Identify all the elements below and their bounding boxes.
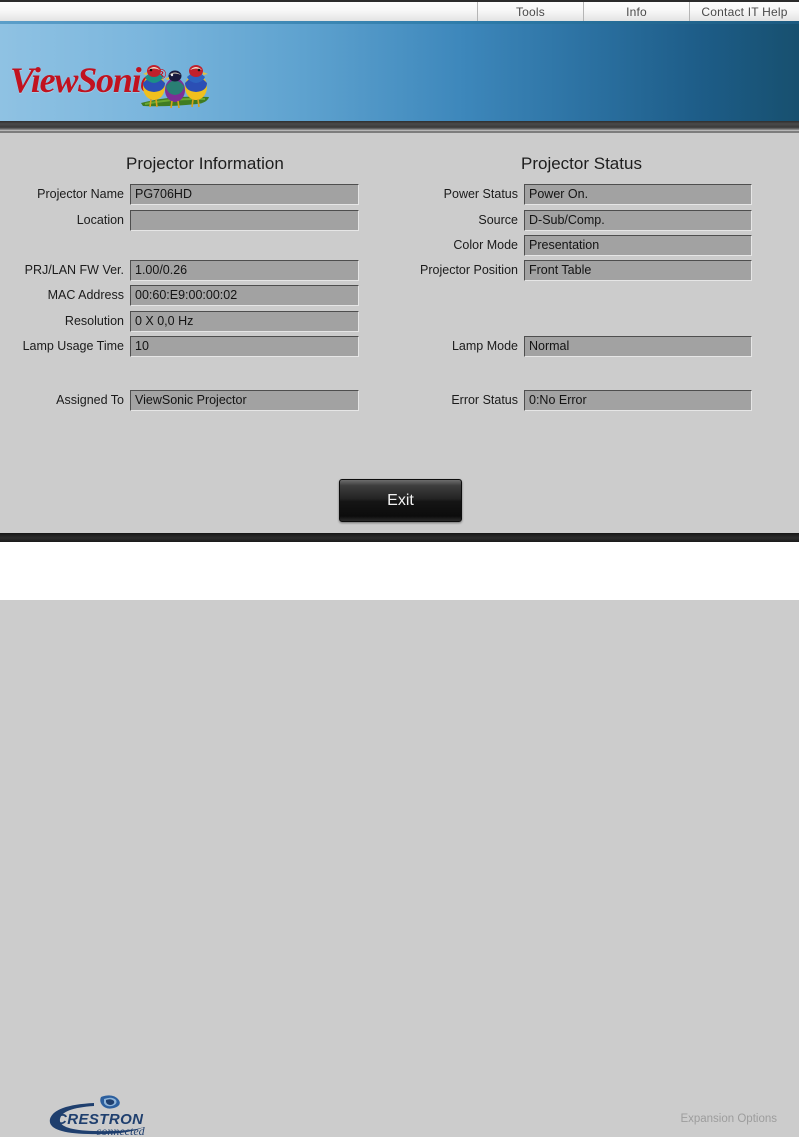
projector-web-page: Tools Info Contact IT Help ViewSonic® <box>0 0 799 1137</box>
expansion-options-label: Expansion Options <box>680 1113 777 1125</box>
value-lamp-usage-time[interactable]: 10 <box>130 335 359 357</box>
label-power-status: Power Status <box>443 187 518 201</box>
footer: CRESTRON connected Expansion Options <box>0 542 799 1137</box>
projector-information-title: Projector Information <box>126 154 284 173</box>
top-navigation-bar: Tools Info Contact IT Help <box>0 0 799 21</box>
field-row-lamp-usage-time: Lamp Usage Time 10 <box>9 335 359 357</box>
value-projector-position[interactable]: Front Table <box>524 259 752 281</box>
value-color-mode[interactable]: Presentation <box>524 234 752 256</box>
label-error-status: Error Status <box>451 393 518 407</box>
label-lamp-usage-time: Lamp Usage Time <box>22 339 124 353</box>
field-row-prj-lan-fw-version: PRJ/LAN FW Ver. 1.00/0.26 <box>9 259 359 281</box>
value-prj-lan-fw-version[interactable]: 1.00/0.26 <box>130 259 359 281</box>
nav-item-tools-label: Tools <box>515 4 545 19</box>
viewsonic-finch-birds-logo <box>141 65 209 109</box>
nav-item-info[interactable]: Info <box>583 2 689 21</box>
nav-item-tools[interactable]: Tools <box>477 2 583 21</box>
label-mac-address: MAC Address <box>47 288 124 302</box>
label-location: Location <box>76 213 124 227</box>
value-assigned-to[interactable]: ViewSonic Projector <box>130 389 359 411</box>
label-projector-position: Projector Position <box>420 263 518 277</box>
brand-banner: ViewSonic® <box>0 21 799 121</box>
crestron-connected-logo: CRESTRON connected <box>49 1095 146 1137</box>
field-row-error-status: Error Status 0:No Error <box>405 389 752 411</box>
nav-item-contact-it-help[interactable]: Contact IT Help <box>689 2 799 21</box>
field-row-projector-name: Projector Name PG706HD <box>9 183 359 205</box>
nav-item-contact-it-help-label: Contact IT Help <box>701 4 788 19</box>
label-resolution: Resolution <box>64 314 124 328</box>
svg-text:connected: connected <box>96 1124 146 1137</box>
label-assigned-to: Assigned To <box>56 393 124 407</box>
label-prj-lan-fw-version: PRJ/LAN FW Ver. <box>24 263 124 277</box>
field-row-resolution: Resolution 0 X 0,0 Hz <box>9 310 359 332</box>
value-resolution[interactable]: 0 X 0,0 Hz <box>130 310 359 332</box>
footer-divider-band <box>0 533 799 542</box>
field-row-projector-position: Projector Position Front Table <box>405 259 752 281</box>
value-power-status[interactable]: Power On. <box>524 183 752 205</box>
label-source: Source <box>478 213 518 227</box>
field-row-location: Location <box>9 209 359 231</box>
field-row-lamp-mode: Lamp Mode Normal <box>405 335 752 357</box>
label-projector-name: Projector Name <box>37 187 124 201</box>
value-error-status[interactable]: 0:No Error <box>524 389 752 411</box>
exit-button[interactable]: Exit <box>339 479 462 522</box>
field-row-source: Source D-Sub/Comp. <box>405 209 752 231</box>
field-row-mac-address: MAC Address 00:60:E9:00:00:02 <box>9 284 359 306</box>
value-lamp-mode[interactable]: Normal <box>524 335 752 357</box>
label-lamp-mode: Lamp Mode <box>451 339 518 353</box>
value-mac-address[interactable]: 00:60:E9:00:00:02 <box>130 284 359 306</box>
value-projector-name[interactable]: PG706HD <box>130 183 359 205</box>
banner-divider-band <box>0 121 799 131</box>
value-location[interactable] <box>130 209 359 231</box>
field-row-assigned-to: Assigned To ViewSonic Projector <box>9 389 359 411</box>
projector-status-title: Projector Status <box>521 154 642 173</box>
value-source[interactable]: D-Sub/Comp. <box>524 209 752 231</box>
exit-button-label: Exit <box>387 491 414 509</box>
label-color-mode: Color Mode <box>453 238 518 252</box>
field-row-color-mode: Color Mode Presentation <box>405 234 752 256</box>
banner-top-highlight <box>0 21 799 24</box>
nav-item-info-label: Info <box>626 4 647 19</box>
field-row-power-status: Power Status Power On. <box>405 183 752 205</box>
